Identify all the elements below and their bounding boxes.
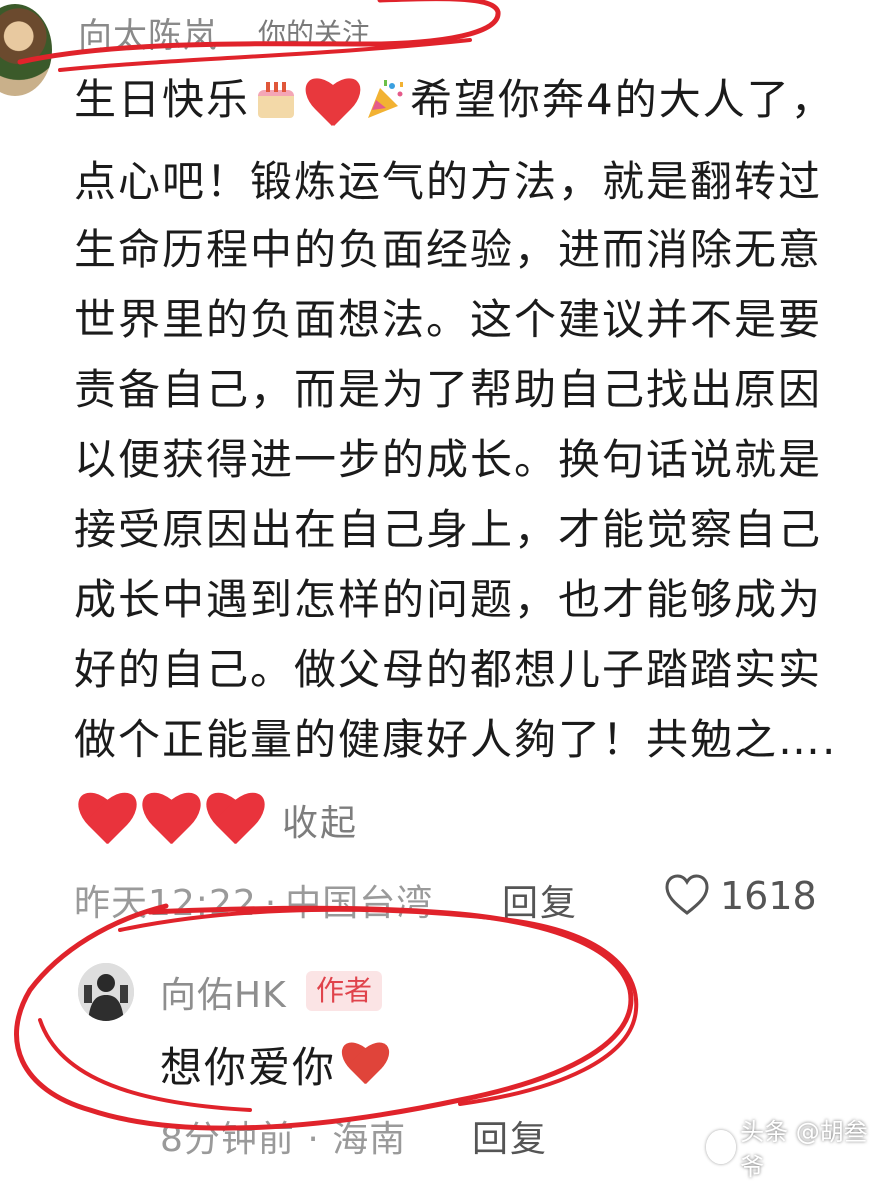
commenter-avatar[interactable] [0, 4, 52, 96]
replier-username[interactable]: 向佑HK [160, 966, 287, 1018]
reply-time: 8分钟前 [160, 1119, 295, 1160]
comment-line-8: 成长中遇到怎样的问题，也才能够成为 [74, 575, 823, 624]
reply-text-content: 想你爱你 [160, 1043, 337, 1092]
reply-button[interactable]: 回复 [502, 874, 578, 926]
red-heart-emoji-icon [340, 1042, 390, 1088]
watermark-text: 头条 @胡叁爷 [740, 1118, 868, 1181]
comment-line-1: 生日快乐 希望你奔4的大人了， [74, 74, 835, 126]
comment-line-5: 责备自己，而是为了帮助自己找出原因 [74, 365, 823, 414]
emoji-hearts-row: 收起 [76, 792, 358, 848]
comment-meta: 昨天12:22 · 中国台湾 回复 1618 [74, 868, 834, 924]
comment-line-10: 做个正能量的健康好人夠了！共勉之…. [74, 715, 838, 764]
birthday-cake-emoji-icon [254, 78, 298, 118]
red-heart-emoji-icon [140, 792, 202, 848]
party-popper-emoji-icon [368, 80, 404, 118]
meta-separator: · [307, 1119, 320, 1160]
comment-time: 昨天12:22 [74, 883, 257, 924]
comment-line-4: 世界里的负面想法。这个建议并不是要 [74, 295, 823, 344]
follow-tag: 你的关注 [258, 17, 371, 50]
comment-text-start: 生日快乐 [74, 75, 251, 124]
heart-outline-icon[interactable] [664, 872, 710, 918]
reply-button[interactable]: 回复 [472, 1110, 548, 1162]
author-badge: 作者 [306, 971, 383, 1011]
red-heart-emoji-icon [76, 792, 138, 848]
watermark: 头条 @胡叁爷 [706, 1112, 872, 1182]
reply-location: 海南 [332, 1119, 407, 1160]
comment-timestamp: 昨天12:22 · 中国台湾 [74, 874, 433, 926]
meta-separator: · [264, 883, 278, 924]
replier-avatar[interactable] [78, 963, 134, 1021]
red-heart-emoji-icon [204, 792, 266, 848]
comment-line-6: 以便获得进一步的成长。换句话说就是 [74, 435, 823, 484]
comment-line-9: 好的自己。做父母的都想儿子踏踏实实 [74, 645, 823, 694]
like-count: 1618 [720, 874, 817, 918]
red-heart-emoji-icon [304, 78, 360, 128]
watermark-logo-icon [706, 1130, 737, 1164]
commenter-username[interactable]: 向太陈岚 [78, 8, 218, 57]
comment-line-2: 点心吧！锻炼运气的方法，就是翻转过 [74, 157, 823, 206]
reply-timestamp: 8分钟前 · 海南 [160, 1119, 406, 1160]
comment-line-7: 接受原因出在自己身上，才能觉察自己 [74, 505, 823, 554]
comment-location: 中国台湾 [285, 883, 434, 924]
reply-text: 想你爱你 [160, 1034, 390, 1095]
comment-line-3: 生命历程中的负面经验，进而消除无意 [74, 225, 823, 274]
comment-text-end: 希望你奔4的大人了， [410, 75, 835, 124]
collapse-button[interactable]: 收起 [282, 794, 358, 846]
